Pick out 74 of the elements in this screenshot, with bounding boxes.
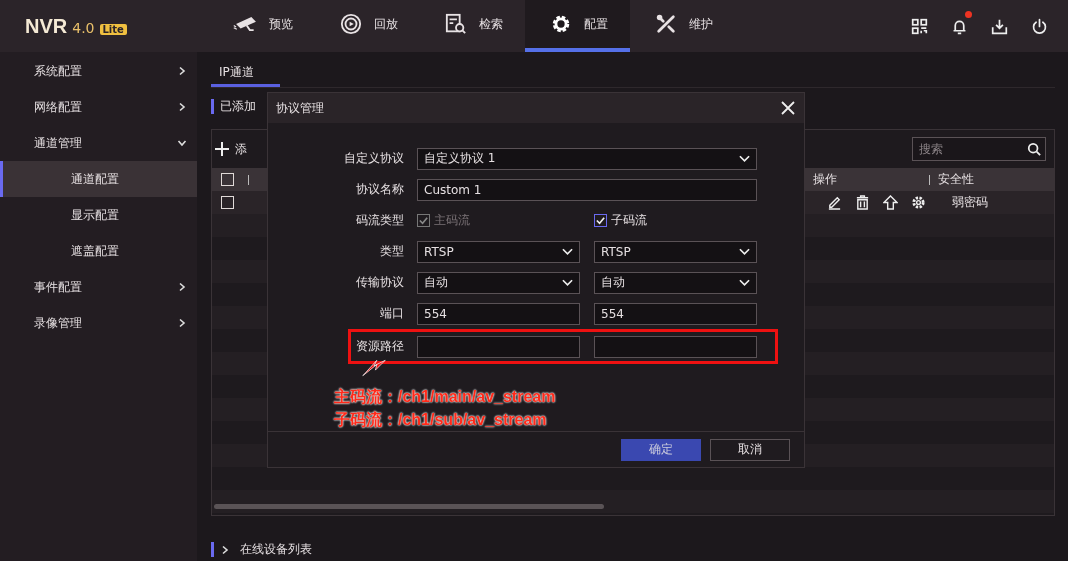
nav-tab[interactable]: 配置 bbox=[525, 0, 630, 52]
logo-version: 4.0 bbox=[72, 19, 95, 36]
sidebar-subitem[interactable]: 遮盖配置 bbox=[0, 233, 197, 269]
notification-dot bbox=[965, 11, 972, 18]
close-icon bbox=[781, 101, 795, 115]
checkbox-label: 子码流 bbox=[611, 212, 647, 229]
download-icon bbox=[990, 17, 1008, 35]
field-label: 自定义协议 bbox=[343, 150, 405, 167]
logo-badge: Lite bbox=[99, 23, 127, 35]
sidebar-item[interactable]: 录像管理 bbox=[0, 305, 197, 341]
scrollbar[interactable] bbox=[214, 504, 604, 509]
table-cell: 弱密码 bbox=[952, 194, 988, 211]
checkbox[interactable] bbox=[594, 214, 607, 227]
dropdown[interactable]: 自定义协议 1 bbox=[417, 147, 757, 170]
dropdown[interactable]: RTSP bbox=[594, 240, 757, 263]
edit-icon[interactable] bbox=[827, 195, 842, 210]
nav-tab[interactable]: 维护 bbox=[630, 0, 735, 52]
confirm-button[interactable]: 确定 bbox=[621, 438, 701, 461]
search-field[interactable]: 搜索 bbox=[912, 137, 1046, 161]
nav-tab[interactable]: 检索 bbox=[420, 0, 525, 52]
nav-tab[interactable]: 预览 bbox=[210, 0, 315, 52]
sidebar-item[interactable]: 网络配置 bbox=[0, 89, 197, 125]
chevron-down-icon bbox=[177, 138, 187, 148]
field-label: 资源路径 bbox=[355, 338, 405, 355]
field-label: 类型 bbox=[379, 243, 405, 260]
annotation-text: 主码流：/ch1/main/av_stream bbox=[334, 387, 556, 407]
checkmark-icon bbox=[595, 215, 606, 226]
field-label: 协议名称 bbox=[355, 181, 405, 198]
field-label: 传输协议 bbox=[355, 274, 405, 291]
arrow-up-icon[interactable] bbox=[883, 195, 898, 210]
dropdown[interactable]: 自动 bbox=[594, 271, 757, 294]
sidebar-subitem[interactable]: 通道配置 bbox=[0, 161, 197, 197]
add-button[interactable]: 添 bbox=[215, 140, 247, 158]
plus-icon bbox=[215, 142, 229, 156]
sidebar-item[interactable]: 事件配置 bbox=[0, 269, 197, 305]
sidebar-item[interactable]: 通道管理 bbox=[0, 125, 197, 161]
field-label: 端口 bbox=[379, 305, 405, 322]
section-toggle[interactable]: 在线设备列表 bbox=[220, 541, 312, 558]
dropdown[interactable]: 自动 bbox=[417, 271, 580, 294]
caret-icon bbox=[739, 154, 750, 163]
caret-icon bbox=[739, 247, 750, 256]
chevron-right-icon bbox=[177, 102, 187, 112]
input-field[interactable]: 554 bbox=[417, 302, 580, 325]
input-field[interactable] bbox=[417, 335, 580, 358]
sidebar-item[interactable]: 系统配置 bbox=[0, 53, 197, 89]
input-field[interactable] bbox=[594, 335, 757, 358]
input-field[interactable]: 554 bbox=[594, 302, 757, 325]
column-header: 安全性 bbox=[938, 171, 974, 188]
chevron-right-icon bbox=[177, 282, 187, 292]
column-header: 操作 bbox=[813, 171, 837, 188]
qr-code-icon bbox=[910, 17, 928, 35]
chevron-right-icon bbox=[177, 66, 187, 76]
settings-icon[interactable] bbox=[911, 195, 926, 210]
logo-text: NVR bbox=[25, 14, 68, 38]
caret-icon bbox=[562, 247, 573, 256]
chevron-right-icon bbox=[177, 318, 187, 328]
search-icon bbox=[1027, 142, 1041, 156]
checkbox-label: 主码流 bbox=[434, 212, 470, 229]
chevron-right-icon bbox=[220, 544, 230, 555]
field-label: 码流类型 bbox=[355, 212, 405, 229]
caret-icon bbox=[562, 278, 573, 287]
delete-icon[interactable] bbox=[855, 195, 870, 210]
section-title: 已添加 bbox=[220, 98, 256, 115]
annotation-text: 子码流：/ch1/sub/av_stream bbox=[334, 410, 548, 430]
caret-icon bbox=[739, 278, 750, 287]
dialog-title: 协议管理 bbox=[276, 99, 324, 117]
checkmark-icon bbox=[418, 215, 429, 226]
power-icon bbox=[1030, 17, 1048, 35]
tab[interactable]: IP通道 bbox=[211, 60, 280, 87]
cancel-button[interactable]: 取消 bbox=[710, 438, 790, 461]
dropdown[interactable]: RTSP bbox=[417, 240, 580, 263]
nav-tab[interactable]: 回放 bbox=[315, 0, 420, 52]
input-field[interactable]: Custom 1 bbox=[417, 178, 757, 201]
sidebar-subitem[interactable]: 显示配置 bbox=[0, 197, 197, 233]
